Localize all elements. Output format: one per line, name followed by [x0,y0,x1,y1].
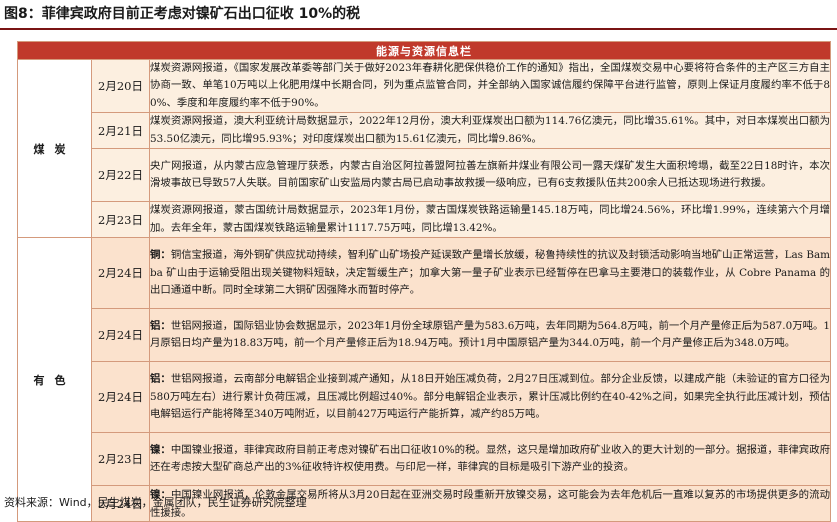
table-row: 2月24日 铝：世铝网报道，云南部分电解铝企业接到减产通知，从18日开始压减负荷… [18,361,832,434]
row-date: 2月20日 [91,58,150,114]
title-divider [0,28,837,30]
row-content: 央广网报道，从内蒙古应急管理厅获悉，内蒙古自治区阿拉善盟阿拉善左旗新井煤业有限公… [148,148,832,203]
row-date: 2月21日 [91,112,150,150]
category-coal: 煤炭 [17,58,92,239]
row-date: 2月24日 [91,308,150,363]
table-row: 有色 2月24日 铜：铜信宝报道，海外铜矿供应扰动持续，智利矿山矿场投产延误致产… [17,237,832,522]
row-content: 煤炭资源网报道，蒙古国统计局数据显示，2023年1月份，蒙古国煤炭铁路运输量14… [148,201,832,239]
table-row: 2月22日 央广网报道，从内蒙古应急管理厅获悉，内蒙古自治区阿拉善盟阿拉善左旗新… [18,148,832,203]
table-row: 2月24日 铝：世铝网报道，国际铝业协会数据显示，2023年1月份全球原铝产量为… [18,308,832,363]
figure-title: 图8：菲律宾政府目前正考虑对镍矿石出口征收 10%的税 [4,6,361,22]
row-content: 镍：中国镍业报道，菲律宾政府目前正考虑对镍矿石出口征收10%的税。显然，这只是增… [148,432,832,487]
table-row: 2月21日 煤炭资源网报道，澳大利亚统计局数据显示，2022年12月份，澳大利亚… [18,112,832,150]
row-content: 铜：铜信宝报道，海外铜矿供应扰动持续，智利矿山矿场投产延误致产量增长放缓，秘鲁持… [148,237,832,310]
table-row: 煤炭 2月20日 煤炭资源网报道，《国家发展改革委等部门关于做好2023年春耕化… [17,58,832,239]
row-content: 铝：世铝网报道，云南部分电解铝企业接到减产通知，从18日开始压减负荷，2月27日… [148,361,832,434]
row-date: 2月23日 [91,201,150,239]
table-row: 2月23日 煤炭资源网报道，蒙古国统计局数据显示，2023年1月份，蒙古国煤炭铁… [18,201,832,239]
row-content: 煤炭资源网报道，《国家发展改革委等部门关于做好2023年春耕化肥保供稳价工作的通… [148,58,832,114]
category-metals: 有色 [17,237,92,522]
row-content: 煤炭资源网报道，澳大利亚统计局数据显示，2022年12月份，澳大利亚煤炭出口额为… [148,112,832,150]
table-row: 2月23日 镍：中国镍业报道，菲律宾政府目前正考虑对镍矿石出口征收10%的税。显… [18,432,832,487]
table-header: 能源与资源信息栏 [16,41,832,60]
row-date: 2月23日 [91,432,150,487]
row-date: 2月24日 [91,361,150,434]
info-table: 能源与资源信息栏 煤炭 2月20日 煤炭资源网报道，《国家发展改革委等部门关于做… [16,41,832,522]
source-note: 资料来源：Wind，民生煤炭，金属团队，民生证券研究院整理 [4,496,307,509]
row-date: 2月22日 [91,148,150,203]
row-date: 2月24日 [91,237,150,310]
row-content: 铝：世铝网报道，国际铝业协会数据显示，2023年1月份全球原铝产量为583.6万… [148,308,832,363]
